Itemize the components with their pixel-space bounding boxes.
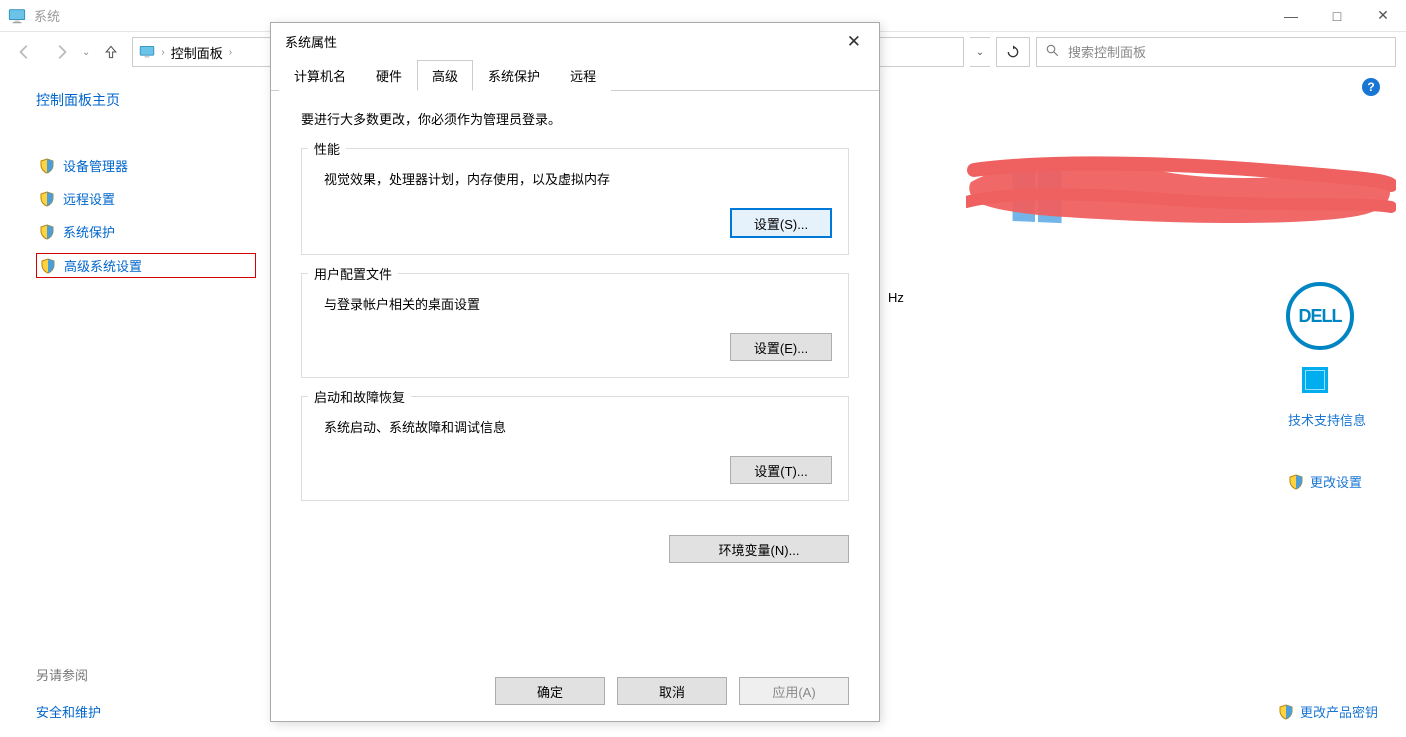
shield-icon: [39, 158, 55, 174]
sidebar-item-label: 远程设置: [63, 189, 115, 208]
energy-star-icon: [1302, 367, 1328, 393]
group-desc: 视觉效果，处理器计划，内存使用，以及虚拟内存: [324, 169, 832, 188]
change-product-key-label: 更改产品密钥: [1300, 702, 1378, 721]
performance-settings-button[interactable]: 设置(S)...: [730, 208, 832, 238]
group-title: 用户配置文件: [308, 264, 398, 283]
sidebar-item-label: 系统保护: [63, 222, 115, 241]
group-desc: 与登录帐户相关的桌面设置: [324, 294, 832, 313]
shield-icon: [1288, 474, 1304, 490]
change-product-key-link[interactable]: 更改产品密钥: [1278, 702, 1378, 721]
help-icon[interactable]: ?: [1362, 78, 1380, 96]
search-box[interactable]: [1036, 37, 1396, 67]
tab-computer-name[interactable]: 计算机名: [279, 60, 361, 91]
shield-icon: [39, 191, 55, 207]
dialog-title: 系统属性: [285, 32, 337, 51]
sidebar-item-label: 设备管理器: [63, 156, 128, 175]
up-button[interactable]: [96, 37, 126, 67]
sidebar-item-remote-settings[interactable]: 远程设置: [36, 187, 256, 210]
startup-settings-button[interactable]: 设置(T)...: [730, 456, 832, 484]
ok-button[interactable]: 确定: [495, 677, 605, 705]
group-title: 性能: [308, 139, 346, 158]
search-input[interactable]: [1068, 45, 1387, 60]
dialog-body: 要进行大多数更改，你必须作为管理员登录。 性能 视觉效果，处理器计划，内存使用，…: [271, 91, 879, 529]
see-also-label: 另请参阅: [36, 665, 256, 684]
change-settings-link[interactable]: 更改设置: [1288, 472, 1362, 491]
sidebar-item-system-protection[interactable]: 系统保护: [36, 220, 256, 243]
dell-logo-icon: DELL: [1286, 282, 1354, 350]
processor-hz-suffix: Hz: [888, 290, 904, 305]
tab-advanced[interactable]: 高级: [417, 60, 473, 91]
profiles-settings-button[interactable]: 设置(E)...: [730, 333, 832, 361]
window-controls: — □ ✕: [1268, 0, 1406, 32]
breadcrumb-control-panel[interactable]: 控制面板: [171, 43, 223, 62]
dell-logo-text: DELL: [1299, 306, 1342, 327]
forward-button[interactable]: [46, 37, 76, 67]
sidebar-item-device-manager[interactable]: 设备管理器: [36, 154, 256, 177]
sidebar-item-label: 安全和维护: [36, 702, 101, 721]
search-icon: [1045, 43, 1060, 61]
group-title: 启动和故障恢复: [308, 387, 411, 406]
dialog-footer: 确定 取消 应用(A): [271, 667, 879, 721]
performance-group: 性能 视觉效果，处理器计划，内存使用，以及虚拟内存 设置(S)...: [301, 148, 849, 255]
history-dropdown-icon[interactable]: ⌄: [82, 47, 90, 58]
system-icon: [8, 7, 26, 25]
redaction-scribble: [966, 152, 1396, 242]
tab-remote[interactable]: 远程: [555, 60, 611, 91]
chevron-right-icon: ›: [229, 47, 232, 58]
chevron-right-icon: ›: [161, 47, 164, 58]
refresh-button[interactable]: [996, 37, 1030, 67]
tab-hardware[interactable]: 硬件: [361, 60, 417, 91]
close-button[interactable]: ✕: [1360, 0, 1406, 32]
dialog-close-button[interactable]: ✕: [839, 29, 869, 54]
sidebar-home[interactable]: 控制面板主页: [36, 90, 256, 110]
address-dropdown[interactable]: ⌄: [970, 37, 990, 67]
tech-support-link[interactable]: 技术支持信息: [1288, 410, 1366, 429]
system-properties-dialog: 系统属性 ✕ 计算机名 硬件 高级 系统保护 远程 要进行大多数更改，你必须作为…: [270, 22, 880, 722]
user-profiles-group: 用户配置文件 与登录帐户相关的桌面设置 设置(E)...: [301, 273, 849, 378]
startup-recovery-group: 启动和故障恢复 系统启动、系统故障和调试信息 设置(T)...: [301, 396, 849, 501]
sidebar-item-label: 高级系统设置: [64, 256, 142, 275]
sidebar-item-advanced-settings[interactable]: 高级系统设置: [36, 253, 256, 278]
cancel-button[interactable]: 取消: [617, 677, 727, 705]
change-settings-label: 更改设置: [1310, 472, 1362, 491]
dialog-titlebar: 系统属性 ✕: [271, 23, 879, 59]
address-system-icon: [139, 44, 155, 60]
dialog-tabstrip: 计算机名 硬件 高级 系统保护 远程: [271, 59, 879, 91]
back-button[interactable]: [10, 37, 40, 67]
sidebar-item-security-maintenance[interactable]: 安全和维护: [36, 700, 256, 723]
group-desc: 系统启动、系统故障和调试信息: [324, 417, 832, 436]
sidebar: 控制面板主页 设备管理器 远程设置 系统保护 高级系统设置 另请参阅 安全和维护: [0, 72, 270, 737]
shield-icon: [40, 258, 56, 274]
window-title: 系统: [34, 6, 60, 25]
environment-variables-button[interactable]: 环境变量(N)...: [669, 535, 849, 563]
admin-note: 要进行大多数更改，你必须作为管理员登录。: [301, 109, 849, 128]
tab-system-protection[interactable]: 系统保护: [473, 60, 555, 91]
shield-icon: [1278, 704, 1294, 720]
maximize-button[interactable]: □: [1314, 0, 1360, 32]
minimize-button[interactable]: —: [1268, 0, 1314, 32]
shield-icon: [39, 224, 55, 240]
apply-button[interactable]: 应用(A): [739, 677, 849, 705]
